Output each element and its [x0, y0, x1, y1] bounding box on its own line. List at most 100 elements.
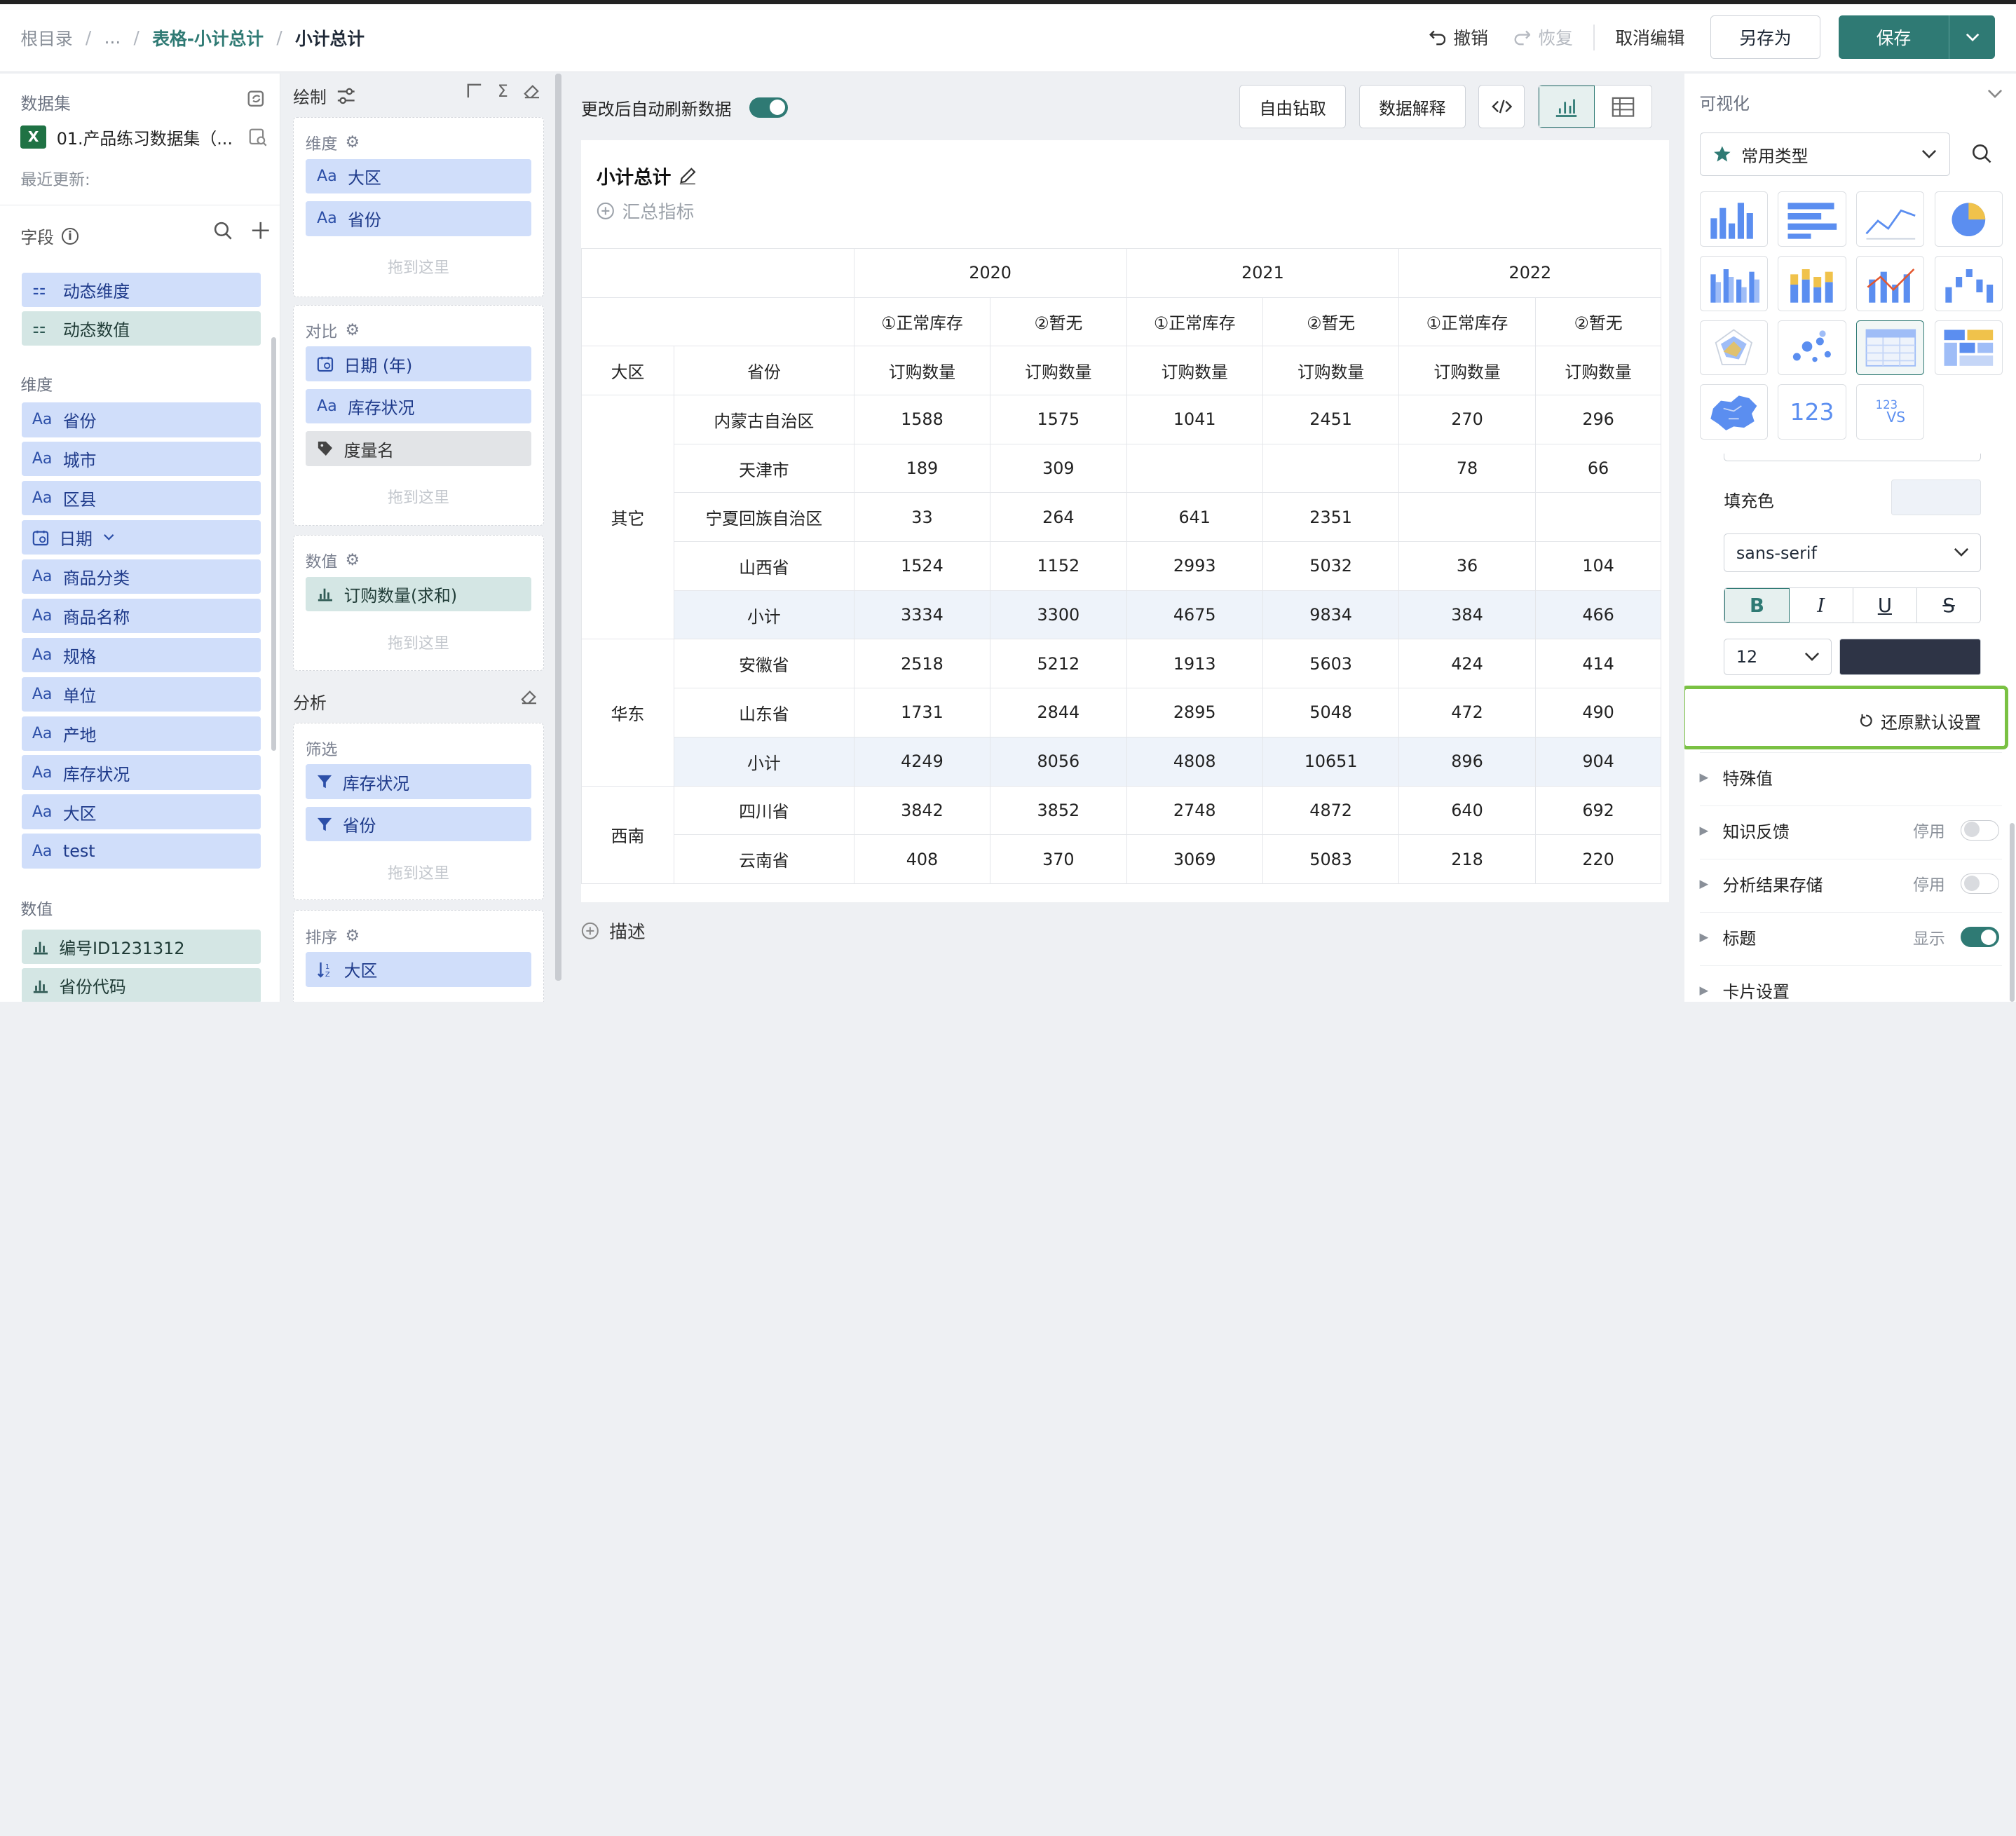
save-button[interactable]: 保存 — [1838, 15, 1949, 60]
auto-refresh-toggle[interactable] — [749, 97, 789, 118]
description-add[interactable]: 描述 — [581, 918, 646, 944]
dataset-preview-icon[interactable] — [248, 128, 268, 147]
subtotal-label[interactable]: 小计 — [674, 590, 854, 640]
value-cell[interactable]: 3334 — [853, 590, 991, 640]
measure-header[interactable]: 订购数量 — [1126, 346, 1263, 395]
value-cell[interactable]: 218 — [1398, 834, 1536, 884]
waterfall-chart-tile[interactable] — [1935, 255, 2003, 311]
province-cell[interactable]: 天津市 — [674, 443, 854, 494]
value-cell[interactable] — [1398, 492, 1536, 543]
eraser-icon[interactable] — [524, 83, 540, 99]
settings-section[interactable]: ▶ 特殊值 — [1699, 752, 2002, 801]
add-summary-link[interactable]: 汇总指标 — [597, 198, 694, 224]
value-cell[interactable]: 8056 — [990, 736, 1127, 787]
measure-header[interactable]: 订购数量 — [1534, 346, 1662, 395]
breadcrumb-ellipsis[interactable]: ... — [104, 27, 121, 48]
region-cell[interactable]: 华东 — [580, 639, 674, 787]
value-cell[interactable]: 104 — [1534, 541, 1662, 591]
value-cell[interactable]: 3300 — [990, 590, 1127, 640]
field-dimension[interactable]: 日期 — [22, 519, 261, 555]
value-cell[interactable]: 490 — [1534, 688, 1662, 737]
province-cell[interactable]: 云南省 — [674, 834, 854, 884]
value-cell[interactable]: 4249 — [853, 736, 991, 787]
save-as-button[interactable]: 另存为 — [1710, 15, 1820, 60]
status-header[interactable]: ①正常库存 — [853, 297, 991, 347]
value-cell[interactable]: 2993 — [1126, 541, 1263, 591]
gear-icon[interactable]: ⚙ — [345, 321, 360, 339]
value-cell[interactable]: 78 — [1398, 443, 1536, 494]
field-dimension[interactable]: Aa 库存状况 — [22, 755, 261, 790]
value-cell[interactable]: 2351 — [1262, 492, 1400, 543]
value-cell[interactable]: 2844 — [990, 688, 1127, 737]
map-chart-tile[interactable] — [1699, 384, 1768, 440]
save-options-button[interactable] — [1949, 15, 1996, 60]
text-color-swatch[interactable] — [1839, 639, 1982, 675]
field-dimension[interactable]: Aa 规格 — [22, 637, 261, 673]
value-cell[interactable]: 5212 — [990, 639, 1127, 689]
measure-header[interactable]: 订购数量 — [1262, 346, 1400, 395]
year-header[interactable]: 2020 — [853, 247, 1127, 298]
dataset-file[interactable]: X 01.产品练习数据集（... — [20, 125, 233, 149]
bold-button[interactable]: B — [1724, 588, 1790, 623]
value-cell[interactable]: 2518 — [853, 639, 991, 689]
settings-section[interactable]: ▶ 知识反馈 停用 — [1699, 805, 2002, 855]
status-header[interactable]: ①正常库存 — [1398, 297, 1536, 347]
measure-header[interactable]: 订购数量 — [853, 346, 991, 395]
value-cell[interactable]: 5603 — [1262, 639, 1400, 689]
search-icon[interactable] — [213, 221, 233, 240]
province-cell[interactable]: 宁夏回族自治区 — [674, 492, 854, 543]
value-cell[interactable]: 3852 — [990, 785, 1127, 836]
fields-scrollbar[interactable] — [271, 336, 277, 752]
field-measure[interactable]: 省份代码 — [22, 967, 261, 1002]
bar-chart-tile[interactable] — [1778, 191, 1846, 247]
field-dimension[interactable]: Aa 城市 — [22, 441, 261, 477]
value-cell[interactable]: 896 — [1398, 736, 1536, 787]
measure-header[interactable]: 订购数量 — [1398, 346, 1536, 395]
value-cell[interactable]: 36 — [1398, 541, 1536, 591]
region-cell[interactable]: 其它 — [580, 395, 674, 640]
search-icon[interactable] — [1971, 143, 1991, 163]
value-cell[interactable]: 4872 — [1262, 785, 1400, 836]
value-cell[interactable]: 408 — [853, 834, 991, 884]
font-family-select[interactable]: sans-serif — [1724, 533, 1982, 573]
scatter-chart-tile[interactable] — [1778, 320, 1846, 376]
value-cell[interactable]: 692 — [1534, 785, 1662, 836]
value-cell[interactable]: 66 — [1534, 443, 1662, 494]
status-header[interactable]: ①正常库存 — [1126, 297, 1263, 347]
value-cell[interactable]: 2451 — [1262, 395, 1400, 444]
value-cell[interactable]: 1041 — [1126, 395, 1263, 444]
province-cell[interactable]: 山西省 — [674, 541, 854, 591]
row-header-province[interactable]: 省份 — [674, 346, 854, 395]
value-cell[interactable]: 1524 — [853, 541, 991, 591]
sliders-icon[interactable] — [336, 88, 356, 104]
table-view-button[interactable] — [1595, 86, 1651, 128]
field-dynamic-dimension[interactable]: ⚏ 动态维度 — [22, 272, 261, 308]
field-dimension[interactable]: Aa 商品名称 — [22, 598, 261, 634]
sort-chip[interactable]: 1Z 大区 — [305, 952, 532, 987]
field-dimension[interactable]: Aa 区县 — [22, 480, 261, 516]
value-cell[interactable]: 189 — [853, 443, 991, 494]
year-header[interactable]: 2021 — [1126, 247, 1400, 298]
compare-chip[interactable]: 度量名 — [305, 431, 532, 466]
value-cell[interactable]: 5048 — [1262, 688, 1400, 737]
table-chart-tile[interactable] — [1856, 320, 1925, 376]
value-cell[interactable]: 414 — [1534, 639, 1662, 689]
edit-icon[interactable] — [679, 167, 697, 185]
value-cell[interactable]: 370 — [990, 834, 1127, 884]
field-dynamic-measure[interactable]: ⚏ 动态数值 — [22, 311, 261, 346]
status-header[interactable]: ②暂无 — [1534, 297, 1662, 347]
status-header[interactable]: ②暂无 — [1262, 297, 1400, 347]
value-cell[interactable] — [1262, 443, 1400, 494]
value-chip[interactable]: 订购数量(求和) — [305, 576, 532, 612]
value-cell[interactable]: 264 — [990, 492, 1127, 543]
region-cell[interactable]: 西南 — [580, 785, 674, 884]
field-dimension[interactable]: Aa 省份 — [22, 402, 261, 437]
value-cell[interactable]: 472 — [1398, 688, 1536, 737]
value-cell[interactable]: 904 — [1534, 736, 1662, 787]
field-dimension[interactable]: Aa 商品分类 — [22, 559, 261, 594]
section-toggle[interactable] — [1960, 873, 1999, 895]
chart-type-select[interactable]: 常用类型 — [1699, 132, 1951, 177]
pivot-chart-tile[interactable] — [1935, 320, 2003, 376]
field-dimension[interactable]: Aa 大区 — [22, 794, 261, 829]
province-cell[interactable]: 四川省 — [674, 785, 854, 836]
